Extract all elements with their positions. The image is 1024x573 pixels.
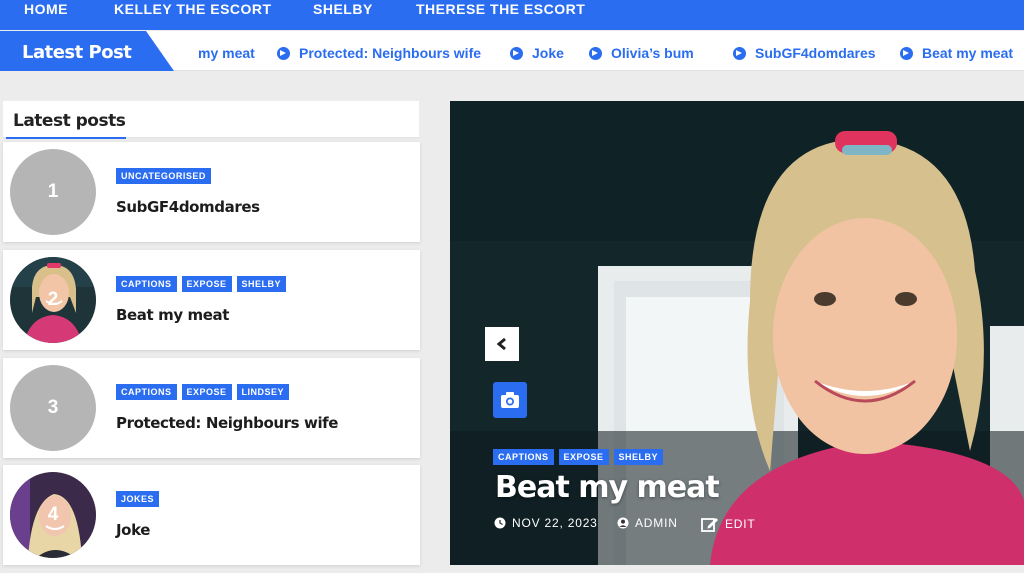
tag-shelby[interactable]: SHELBY xyxy=(613,449,664,465)
heading-underline xyxy=(6,137,126,139)
post-number: 1 xyxy=(47,181,59,202)
post-tags: CAPTIONS EXPOSE SHELBY xyxy=(116,276,287,292)
top-navigation: HOME KELLEY THE ESCORT SHELBY THERESE TH… xyxy=(0,0,1024,30)
ticker-item-beat-my-meat[interactable]: Beat my meat xyxy=(900,44,1013,62)
edit-icon xyxy=(701,518,718,532)
post-title[interactable]: Beat my meat xyxy=(116,306,229,324)
slider-prev-button[interactable] xyxy=(485,327,519,361)
nav-therese-the-escort[interactable]: THERESE THE ESCORT xyxy=(416,0,585,17)
ticker-item-label: SubGF4domdares xyxy=(755,45,876,61)
ticker-item-label: Joke xyxy=(532,45,564,61)
tag-captions[interactable]: CAPTIONS xyxy=(116,384,177,400)
camera-icon xyxy=(501,392,519,408)
post-title[interactable]: SubGF4domdares xyxy=(116,198,260,216)
tag-jokes[interactable]: JOKES xyxy=(116,491,160,507)
latest-posts-title: Latest posts xyxy=(13,111,126,131)
post-number: 4 xyxy=(47,504,59,525)
post-number: 3 xyxy=(47,397,59,418)
post-card[interactable]: 4 JOKES Joke xyxy=(3,465,420,565)
post-edit-text: EDIT xyxy=(725,517,756,531)
ticker-item-joke[interactable]: Joke xyxy=(510,44,564,62)
nav-shelby[interactable]: SHELBY xyxy=(313,0,373,17)
ticker-item-label: my meat xyxy=(198,45,255,61)
post-thumbnail[interactable]: 3 xyxy=(10,365,96,451)
ticker-item-label: Beat my meat xyxy=(922,45,1014,61)
tag-captions[interactable]: CAPTIONS xyxy=(493,449,554,465)
nav-home[interactable]: HOME xyxy=(24,0,68,17)
tag-expose[interactable]: EXPOSE xyxy=(181,276,232,292)
ticker-item-my-meat[interactable]: my meat xyxy=(198,44,255,62)
arrow-right-circle-icon xyxy=(733,46,746,60)
hero-tags: CAPTIONS EXPOSE SHELBY xyxy=(493,449,664,465)
latest-post-ticker: Latest Post my meat Protected: Neighbour… xyxy=(0,31,1024,71)
ticker-item-label: Olivia’s bum xyxy=(611,45,694,61)
post-author[interactable]: ADMIN xyxy=(617,516,678,530)
post-card[interactable]: 1 UNCATEGORISED SubGF4domdares xyxy=(3,142,420,242)
ticker-item-olivias-bum[interactable]: Olivia’s bum xyxy=(589,44,694,62)
nav-kelley-the-escort[interactable]: KELLEY THE ESCORT xyxy=(114,0,272,17)
post-card[interactable]: 2 CAPTIONS EXPOSE SHELBY Beat my meat xyxy=(3,250,420,350)
arrow-right-circle-icon xyxy=(589,46,602,60)
tag-uncategorised[interactable]: UNCATEGORISED xyxy=(116,168,211,184)
ticker-item-subgf4domdares[interactable]: SubGF4domdares xyxy=(733,44,876,62)
post-date-text: NOV 22, 2023 xyxy=(512,516,598,530)
ticker-label: Latest Post xyxy=(22,42,132,63)
hero-title[interactable]: Beat my meat xyxy=(495,470,720,505)
camera-format-button[interactable] xyxy=(493,382,527,418)
post-edit-link[interactable]: EDIT xyxy=(701,516,756,532)
post-thumbnail[interactable]: 2 xyxy=(10,257,96,343)
post-author-text: ADMIN xyxy=(635,516,678,530)
ticker-item-label: Protected: Neighbours wife xyxy=(299,45,482,61)
post-title[interactable]: Joke xyxy=(116,521,150,539)
clock-icon xyxy=(494,517,506,529)
arrow-right-circle-icon xyxy=(277,46,290,60)
arrow-right-circle-icon xyxy=(510,46,523,60)
post-thumbnail[interactable]: 1 xyxy=(10,149,96,235)
user-icon xyxy=(617,517,629,529)
ticker-item-neighbours-wife[interactable]: Protected: Neighbours wife xyxy=(277,44,481,62)
post-number: 2 xyxy=(47,289,59,310)
tag-lindsey[interactable]: LINDSEY xyxy=(236,384,290,400)
tag-shelby[interactable]: SHELBY xyxy=(236,276,287,292)
post-tags: CAPTIONS EXPOSE LINDSEY xyxy=(116,384,290,400)
post-tags: JOKES xyxy=(116,491,160,507)
post-card[interactable]: 3 CAPTIONS EXPOSE LINDSEY Protected: Nei… xyxy=(3,358,420,458)
tag-captions[interactable]: CAPTIONS xyxy=(116,276,177,292)
arrow-right-circle-icon xyxy=(900,46,913,60)
tag-expose[interactable]: EXPOSE xyxy=(181,384,232,400)
post-title[interactable]: Protected: Neighbours wife xyxy=(116,414,338,432)
ticker-label-badge: Latest Post xyxy=(0,31,174,71)
post-date[interactable]: NOV 22, 2023 xyxy=(494,516,598,530)
tag-expose[interactable]: EXPOSE xyxy=(558,449,609,465)
post-thumbnail[interactable]: 4 xyxy=(10,472,96,558)
chevron-left-icon xyxy=(496,337,506,351)
post-tags: UNCATEGORISED xyxy=(116,168,211,184)
latest-posts-header: Latest posts xyxy=(3,101,419,139)
